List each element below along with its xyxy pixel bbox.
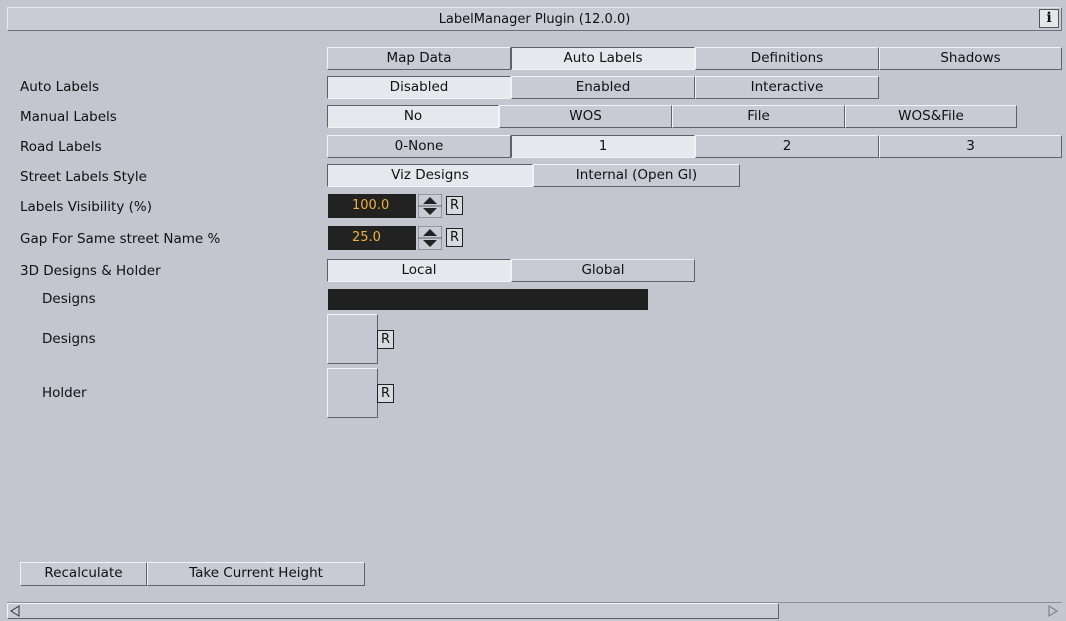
holder-drop-zone[interactable]: [327, 368, 378, 418]
tab-definitions[interactable]: Definitions: [695, 47, 879, 70]
designs-drop-label: Designs: [42, 331, 96, 347]
scroll-left-arrow-icon[interactable]: [8, 604, 22, 618]
designs-field-label: Designs: [42, 291, 96, 307]
manual-labels-no-button[interactable]: No: [327, 105, 499, 128]
road-labels-3-button[interactable]: 3: [879, 135, 1062, 158]
designs-holder-label: 3D Designs & Holder: [20, 263, 161, 279]
labels-visibility-label: Labels Visibility (%): [20, 199, 152, 215]
recalculate-button[interactable]: Recalculate: [20, 562, 147, 586]
gap-same-street-reset-button[interactable]: R: [446, 228, 463, 247]
tab-shadows[interactable]: Shadows: [879, 47, 1062, 70]
street-style-viz-designs-button[interactable]: Viz Designs: [327, 164, 533, 187]
title-bar: LabelManager Plugin (12.0.0) i: [7, 7, 1062, 31]
gap-same-street-value[interactable]: 25.0: [328, 226, 416, 250]
designs-drop-zone[interactable]: [327, 314, 378, 364]
auto-labels-label: Auto Labels: [20, 79, 100, 95]
road-labels-0-none-button[interactable]: 0-None: [327, 135, 511, 158]
horizontal-scrollbar[interactable]: [7, 602, 1062, 619]
info-button[interactable]: i: [1039, 9, 1059, 28]
road-labels-1-button[interactable]: 1: [511, 135, 695, 158]
labels-visibility-value[interactable]: 100.0: [328, 194, 416, 218]
manual-labels-file-button[interactable]: File: [672, 105, 845, 128]
labels-visibility-reset-button[interactable]: R: [446, 196, 463, 215]
road-labels-label: Road Labels: [20, 139, 102, 155]
road-labels-2-button[interactable]: 2: [695, 135, 879, 158]
street-style-internal-opengl-button[interactable]: Internal (Open Gl): [533, 164, 740, 187]
auto-labels-enabled-button[interactable]: Enabled: [511, 76, 695, 99]
street-labels-style-label: Street Labels Style: [20, 169, 147, 185]
tab-auto-labels[interactable]: Auto Labels: [511, 47, 695, 70]
designs-text-field[interactable]: [328, 289, 648, 310]
holder-drop-label: Holder: [42, 385, 87, 401]
gap-same-street-label: Gap For Same street Name %: [20, 231, 221, 247]
auto-labels-disabled-button[interactable]: Disabled: [327, 76, 511, 99]
window-title: LabelManager Plugin (12.0.0): [438, 12, 631, 27]
designs-holder-local-button[interactable]: Local: [327, 259, 511, 282]
scroll-right-arrow-icon[interactable]: [1046, 604, 1060, 618]
holder-drop-reset-button[interactable]: R: [377, 384, 394, 403]
manual-labels-label: Manual Labels: [20, 109, 117, 125]
designs-drop-reset-button[interactable]: R: [377, 330, 394, 349]
scrollbar-thumb[interactable]: [7, 603, 779, 619]
manual-labels-wos-file-button[interactable]: WOS&File: [845, 105, 1017, 128]
manual-labels-wos-button[interactable]: WOS: [499, 105, 672, 128]
designs-holder-global-button[interactable]: Global: [511, 259, 695, 282]
tab-map-data[interactable]: Map Data: [327, 47, 511, 70]
gap-same-street-spinner-icon[interactable]: [418, 226, 442, 250]
labels-visibility-spinner-icon[interactable]: [418, 194, 442, 218]
take-current-height-button[interactable]: Take Current Height: [147, 562, 365, 586]
auto-labels-interactive-button[interactable]: Interactive: [695, 76, 879, 99]
